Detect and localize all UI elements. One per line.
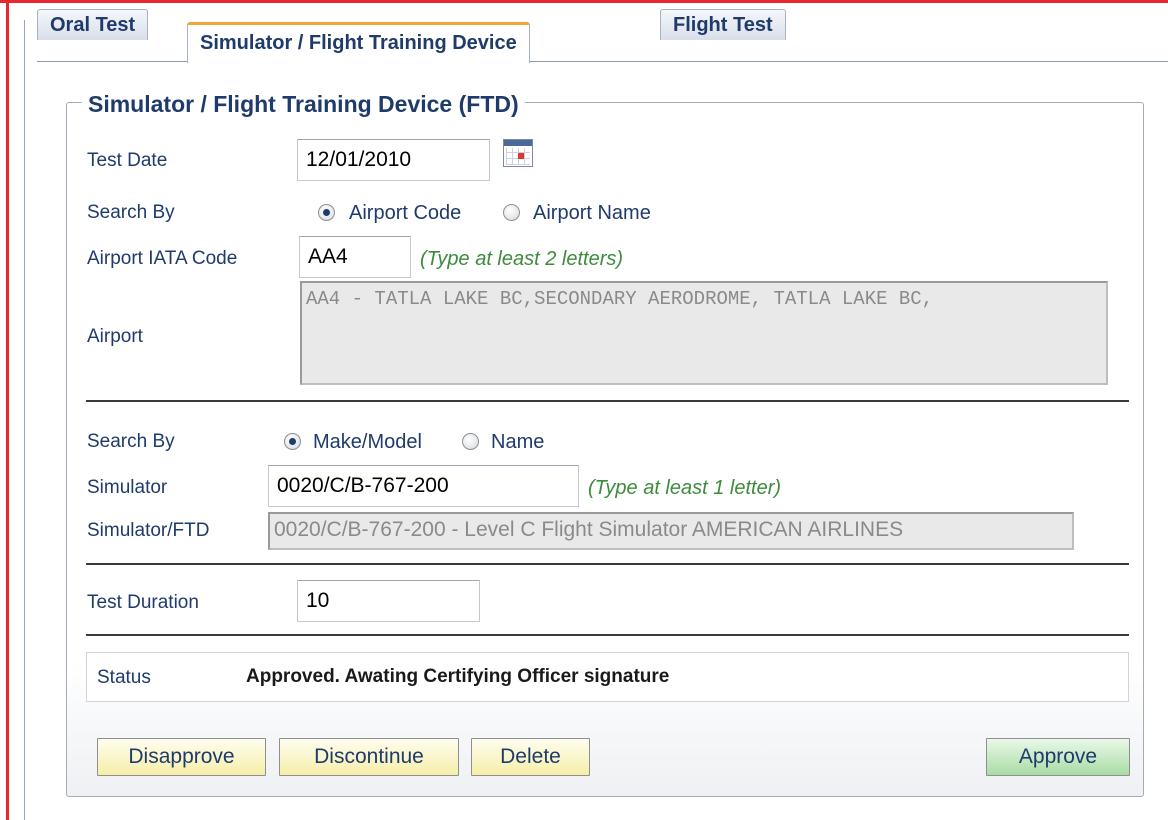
- tab-oral-test[interactable]: Oral Test: [37, 9, 149, 40]
- section-divider-3: [86, 634, 1129, 636]
- airport-iata-code-label: Airport IATA Code: [87, 248, 238, 269]
- fieldset-legend: Simulator / Flight Training Device (FTD): [82, 90, 525, 118]
- airport-code-radio-label[interactable]: Airport Code: [349, 201, 461, 225]
- airport-name-radio[interactable]: [503, 204, 520, 221]
- name-radio-label[interactable]: Name: [491, 430, 544, 454]
- make-model-radio-label[interactable]: Make/Model: [313, 430, 422, 454]
- airport-label: Airport: [87, 326, 143, 347]
- discontinue-button[interactable]: Discontinue: [279, 738, 459, 776]
- status-label: Status: [97, 667, 151, 688]
- calendar-icon[interactable]: [503, 139, 533, 167]
- simulator-label: Simulator: [87, 477, 168, 498]
- name-radio[interactable]: [462, 433, 479, 450]
- approve-button[interactable]: Approve: [986, 738, 1130, 776]
- section-divider-1: [86, 400, 1129, 402]
- airport-name-radio-label[interactable]: Airport Name: [533, 201, 651, 225]
- content-divider: [24, 20, 25, 820]
- delete-button[interactable]: Delete: [471, 738, 590, 776]
- make-model-radio[interactable]: [284, 433, 301, 450]
- simulator-ftd-label: Simulator/FTD: [87, 520, 210, 541]
- simulator-input[interactable]: 0020/C/B-767-200: [268, 465, 579, 507]
- test-date-label: Test Date: [87, 150, 168, 171]
- airport-readonly-field: AA4 - TATLA LAKE BC,SECONDARY AERODROME,…: [300, 281, 1108, 385]
- status-value: Approved. Awating Certifying Officer sig…: [246, 666, 670, 687]
- simulator-hint: (Type at least 1 letter): [588, 477, 782, 499]
- test-duration-input[interactable]: 10: [297, 580, 480, 622]
- airport-search-by-label: Search By: [87, 202, 175, 223]
- airport-code-hint: (Type at least 2 letters): [420, 248, 624, 270]
- test-date-input[interactable]: 12/01/2010: [297, 139, 490, 181]
- window-border-top: [0, 0, 1168, 3]
- disapprove-button[interactable]: Disapprove: [97, 738, 266, 776]
- simulator-ftd-readonly-field: 0020/C/B-767-200 - Level C Flight Simula…: [268, 512, 1074, 550]
- simulator-search-by-label: Search By: [87, 431, 175, 452]
- window-border-left: [6, 0, 9, 820]
- section-divider-2: [86, 563, 1129, 565]
- test-duration-label: Test Duration: [87, 592, 199, 613]
- airport-code-radio[interactable]: [318, 204, 335, 221]
- tab-flight-test[interactable]: Flight Test: [660, 9, 786, 40]
- airport-iata-code-input[interactable]: AA4: [299, 236, 411, 278]
- tab-simulator-ftd[interactable]: Simulator / Flight Training Device: [187, 22, 530, 63]
